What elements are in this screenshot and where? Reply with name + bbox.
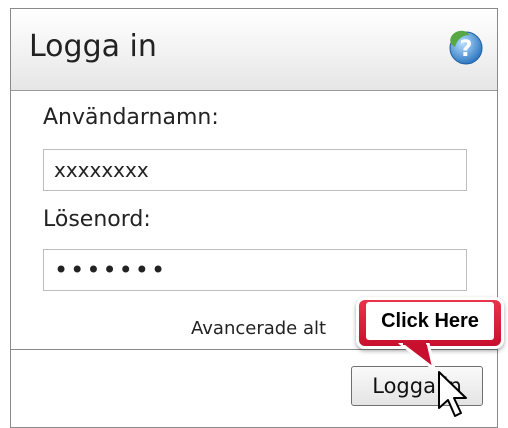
username-label: Användarnamn:: [43, 105, 219, 130]
svg-text:?: ?: [460, 37, 473, 62]
panel-header: Logga in ?: [11, 9, 497, 91]
page-title: Logga in: [29, 29, 157, 64]
help-question-icon[interactable]: ?: [445, 27, 485, 67]
password-label: Lösenord:: [43, 207, 151, 232]
username-field[interactable]: [43, 149, 467, 191]
callout-label: Click Here: [366, 302, 494, 340]
advanced-options-link[interactable]: Avancerade alt: [191, 318, 326, 339]
callout-tail: [398, 343, 436, 371]
password-field[interactable]: [43, 249, 467, 291]
mouse-pointer-icon: [438, 371, 467, 417]
